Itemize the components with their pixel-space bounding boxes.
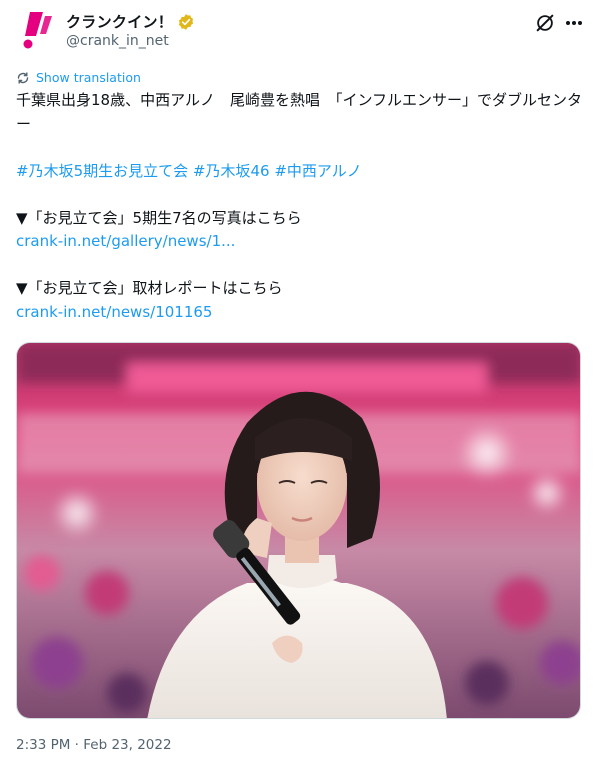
show-translation-label: Show translation	[36, 70, 141, 85]
more-dots-icon	[566, 21, 582, 25]
verified-badge-icon	[178, 13, 194, 30]
tweet-header: クランクイン！ @crank_in_net	[0, 0, 598, 62]
tweet-headline: 千葉県出身18歳、中西アルノ 尾崎豊を熱唱 「インフルエンサー」でダブルセンター	[16, 91, 582, 133]
more-icon[interactable]	[563, 12, 585, 34]
show-translation-link[interactable]: Show translation	[16, 70, 141, 85]
gallery-intro-text: ▼「お見立て会」5期生7名の写真はこちら	[16, 208, 302, 227]
author-handle[interactable]: @crank_in_net	[66, 33, 169, 49]
hashtag-nogizaka46[interactable]: #乃木坂46	[193, 162, 270, 180]
crank-in-logo-avatar[interactable]	[16, 10, 56, 50]
report-link[interactable]: crank-in.net/news/101165	[16, 303, 212, 321]
tweet-body: 千葉県出身18歳、中西アルノ 尾崎豊を熱唱 「インフルエンサー」でダブルセンター…	[16, 89, 586, 324]
report-intro-text: ▼「お見立て会」取材レポートはこちら	[16, 279, 283, 297]
author-display-name[interactable]: クランクイン！	[66, 11, 173, 32]
hashtag-nakanishi-aruno[interactable]: #中西アルノ	[274, 162, 361, 180]
hashtag-nogi-5ki-omitate[interactable]: #乃木坂5期生お見立て会	[16, 162, 188, 180]
tweet-timestamp[interactable]: 2:33 PM · Feb 23, 2022	[16, 737, 172, 753]
grok-icon[interactable]	[534, 12, 556, 34]
performer-photo	[17, 343, 580, 718]
author-name-row: クランクイン！	[66, 11, 195, 32]
tweet-media-photo[interactable]	[16, 342, 581, 719]
translate-icon	[17, 72, 29, 83]
gallery-link[interactable]: crank-in.net/gallery/news/1...	[16, 232, 235, 250]
